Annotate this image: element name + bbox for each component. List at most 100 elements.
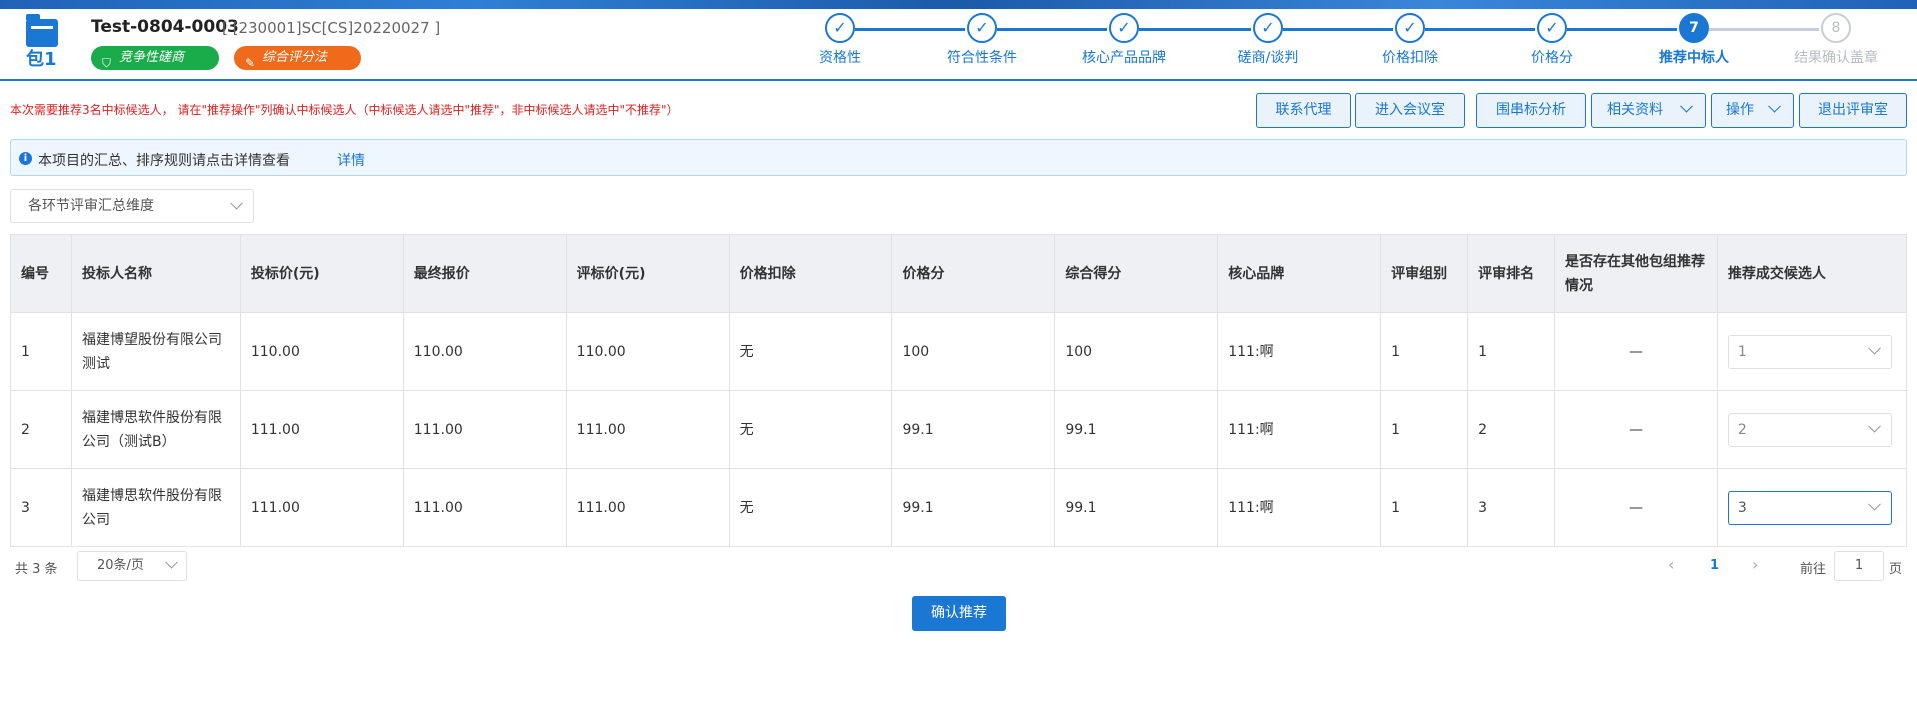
goto-page-input[interactable]: 1 bbox=[1834, 551, 1884, 581]
chevron-down-icon bbox=[1868, 419, 1881, 433]
col-header-bid-price: 投标价(元) bbox=[239, 234, 404, 313]
top-banner bbox=[0, 0, 1917, 9]
cell-total-score: 99.1 bbox=[1054, 468, 1219, 547]
contact-agent-button[interactable]: 联系代理 bbox=[1256, 93, 1351, 128]
details-link[interactable]: 详情 bbox=[337, 150, 365, 170]
page-header: 包1 Test-0804-0003 [ [230001]SC[CS]202200… bbox=[0, 9, 1917, 81]
cell-core-brand: 111:啊 bbox=[1217, 390, 1382, 469]
goto-label: 前往 bbox=[1800, 562, 1827, 577]
related-docs-label: 相关资料 bbox=[1607, 102, 1663, 118]
col-header-price-score: 价格分 bbox=[891, 234, 1056, 313]
cell-final-price: 110.00 bbox=[402, 312, 567, 391]
chevron-down-icon bbox=[165, 555, 178, 569]
collusion-analysis-button[interactable]: 围串标分析 bbox=[1476, 93, 1586, 128]
dimension-select[interactable]: 各环节评审汇总维度 bbox=[10, 189, 254, 223]
step-5-check-icon: ✓ bbox=[1395, 13, 1425, 43]
table-header-row: 编号 投标人名称 投标价(元) 最终报价 评标价(元) 价格扣除 价格分 综合得… bbox=[10, 234, 1908, 313]
step-label-recommend[interactable]: 推荐中标人 bbox=[1624, 47, 1764, 67]
page-size-value: 20条/页 bbox=[97, 558, 144, 573]
operations-dropdown[interactable]: 操作 bbox=[1711, 93, 1794, 128]
cell-price-deduction: 无 bbox=[728, 468, 893, 547]
step-label-price-score[interactable]: 价格分 bbox=[1482, 47, 1622, 67]
chevron-down-icon bbox=[1680, 99, 1693, 113]
page-unit-label: 页 bbox=[1889, 562, 1903, 577]
chevron-down-icon bbox=[1768, 99, 1781, 113]
recommend-select-value: 2 bbox=[1737, 421, 1747, 438]
col-header-price-deduction: 价格扣除 bbox=[728, 234, 893, 313]
cell-bidder: 福建博思软件股份有限公司（测试B） bbox=[70, 390, 241, 469]
col-header-no: 编号 bbox=[10, 234, 72, 313]
col-header-group: 评审组别 bbox=[1380, 234, 1469, 313]
table-row: 1 福建博望股份有限公司测试 110.00 110.00 110.00 无 10… bbox=[10, 312, 1908, 391]
step-label-conformity[interactable]: 符合性条件 bbox=[912, 47, 1052, 67]
cell-total-score: 100 bbox=[1054, 312, 1219, 391]
col-header-other-packages: 是否存在其他包组推荐情况 bbox=[1554, 234, 1718, 313]
cell-final-price: 111.00 bbox=[402, 390, 567, 469]
step-4-check-icon: ✓ bbox=[1253, 13, 1283, 43]
cell-group: 1 bbox=[1380, 312, 1469, 391]
cell-eval-price: 111.00 bbox=[565, 468, 730, 547]
current-page[interactable]: 1 bbox=[1710, 558, 1719, 573]
step-label-negotiation[interactable]: 磋商/谈判 bbox=[1198, 47, 1338, 67]
step-label-qualification[interactable]: 资格性 bbox=[770, 47, 910, 67]
chevron-down-icon bbox=[1868, 497, 1881, 511]
operations-label: 操作 bbox=[1726, 102, 1754, 118]
info-text: 本项目的汇总、排序规则请点击详情查看 bbox=[38, 153, 290, 169]
cell-no: 2 bbox=[10, 390, 72, 469]
exit-review-room-button[interactable]: 退出评审室 bbox=[1799, 93, 1907, 128]
cell-other-packages: — bbox=[1554, 312, 1718, 391]
prev-page-icon[interactable]: ‹ bbox=[1668, 555, 1674, 574]
step-label-core-brand[interactable]: 核心产品品牌 bbox=[1054, 47, 1194, 67]
cell-bidder: 福建博思软件股份有限公司 bbox=[70, 468, 241, 547]
table-row: 3 福建博思软件股份有限公司 111.00 111.00 111.00 无 99… bbox=[10, 468, 1908, 547]
col-header-eval-price: 评标价(元) bbox=[565, 234, 730, 313]
recommend-select-value: 1 bbox=[1737, 343, 1747, 360]
recommend-select-value: 3 bbox=[1737, 499, 1747, 516]
cell-other-packages: — bbox=[1554, 468, 1718, 547]
cell-total-score: 99.1 bbox=[1054, 390, 1219, 469]
confirm-recommend-button[interactable]: 确认推荐 bbox=[912, 596, 1006, 631]
cell-rank: 1 bbox=[1467, 312, 1556, 391]
cell-group: 1 bbox=[1380, 390, 1469, 469]
step-connector bbox=[1139, 28, 1251, 31]
step-3-check-icon: ✓ bbox=[1109, 13, 1139, 43]
step-connector bbox=[997, 28, 1107, 31]
step-connector bbox=[1709, 28, 1819, 31]
cell-core-brand: 111:啊 bbox=[1217, 468, 1382, 547]
step-8-number: 8 bbox=[1821, 13, 1851, 43]
step-connector bbox=[1425, 28, 1535, 31]
chevron-down-icon bbox=[230, 196, 243, 210]
step-1-check-icon: ✓ bbox=[825, 13, 855, 43]
page-size-select[interactable]: 20条/页 bbox=[77, 551, 187, 581]
col-header-total-score: 综合得分 bbox=[1054, 234, 1219, 313]
recommend-select[interactable]: 3 bbox=[1727, 490, 1892, 525]
cell-recommend: 3 bbox=[1716, 468, 1908, 547]
cell-rank: 2 bbox=[1467, 390, 1556, 469]
cell-price-score: 99.1 bbox=[891, 390, 1056, 469]
step-label-price-deduction[interactable]: 价格扣除 bbox=[1340, 47, 1480, 67]
cell-recommend: 1 bbox=[1716, 312, 1908, 391]
cell-bid-price: 111.00 bbox=[239, 468, 404, 547]
info-bar: i 本项目的汇总、排序规则请点击详情查看 详情 bbox=[10, 139, 1907, 176]
next-page-icon[interactable]: › bbox=[1752, 555, 1758, 574]
col-header-final-price: 最终报价 bbox=[402, 234, 567, 313]
cell-recommend: 2 bbox=[1716, 390, 1908, 469]
recommend-notice: 本次需要推荐3名中标候选人， 请在"推荐操作"列确认中标候选人（中标候选人请选中… bbox=[10, 103, 679, 117]
cell-price-score: 99.1 bbox=[891, 468, 1056, 547]
step-6-check-icon: ✓ bbox=[1537, 13, 1567, 43]
chevron-down-icon bbox=[1868, 341, 1881, 355]
cell-group: 1 bbox=[1380, 468, 1469, 547]
recommend-select[interactable]: 2 bbox=[1727, 412, 1892, 447]
candidates-table: 编号 投标人名称 投标价(元) 最终报价 评标价(元) 价格扣除 价格分 综合得… bbox=[10, 234, 1908, 547]
recommend-select[interactable]: 1 bbox=[1727, 334, 1892, 369]
cell-final-price: 111.00 bbox=[402, 468, 567, 547]
col-header-bidder: 投标人名称 bbox=[70, 234, 241, 313]
dimension-select-value: 各环节评审汇总维度 bbox=[28, 198, 154, 214]
enter-meeting-room-button[interactable]: 进入会议室 bbox=[1355, 93, 1465, 128]
cell-price-deduction: 无 bbox=[728, 312, 893, 391]
step-7-number: 7 bbox=[1679, 13, 1709, 43]
cell-bid-price: 110.00 bbox=[239, 312, 404, 391]
step-label-confirm-seal: 结果确认盖章 bbox=[1794, 50, 1878, 66]
related-docs-dropdown[interactable]: 相关资料 bbox=[1591, 93, 1706, 128]
table-row: 2 福建博思软件股份有限公司（测试B） 111.00 111.00 111.00… bbox=[10, 390, 1908, 469]
